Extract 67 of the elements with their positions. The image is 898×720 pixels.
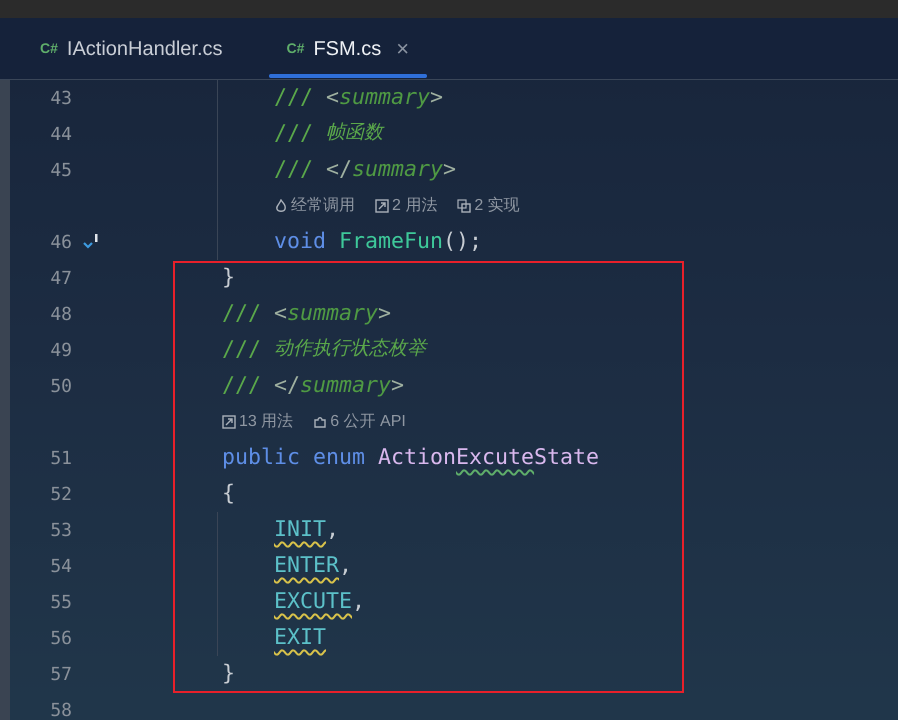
- type-name: Action: [378, 444, 456, 472]
- enum-member: INIT: [274, 516, 326, 544]
- comment-text: ///: [274, 84, 314, 112]
- editor-tab[interactable]: C# IActionHandler.cs: [22, 18, 241, 79]
- doc-tag: <: [326, 82, 340, 114]
- punctuation: ,: [352, 588, 366, 616]
- doc-tag: <: [274, 298, 288, 330]
- doc-tag: >: [391, 370, 404, 402]
- line-number: 55: [49, 590, 72, 614]
- editor-tab[interactable]: C# FSM.cs ×: [268, 18, 428, 79]
- comment-text: ///: [222, 336, 262, 364]
- doc-tag: summary: [339, 82, 430, 114]
- line-number: 58: [49, 698, 72, 720]
- type-name: State: [534, 444, 600, 472]
- line-number: 45: [49, 158, 72, 182]
- inlay-hint[interactable]: 2 实现: [474, 194, 520, 218]
- line-number: 47: [49, 266, 72, 290]
- close-icon[interactable]: ×: [396, 32, 410, 65]
- line-number: 51: [49, 446, 72, 470]
- squares-icon: [457, 199, 472, 213]
- punctuation: ,: [339, 552, 352, 580]
- line-number: 50: [49, 374, 72, 398]
- punctuation: }: [222, 264, 236, 292]
- doc-tag: summary: [300, 370, 392, 402]
- doc-tag: </: [326, 154, 352, 186]
- keyword: public enum: [222, 444, 366, 472]
- inlay-hint[interactable]: 2 用法: [392, 194, 438, 218]
- doc-tag: >: [443, 154, 456, 186]
- comment-text: ///: [222, 372, 262, 400]
- doc-tag: >: [378, 298, 392, 330]
- line-number: 46: [49, 230, 72, 254]
- inlay-hint[interactable]: 13 用法: [239, 410, 294, 434]
- csharp-file-icon: C#: [286, 38, 304, 59]
- line-number: 52: [49, 482, 72, 506]
- doc-tag: summary: [287, 298, 378, 330]
- comment-text: ///: [274, 120, 314, 148]
- line-number: 56: [49, 626, 72, 650]
- csharp-file-icon: C#: [40, 38, 58, 59]
- doc-tag: >: [430, 82, 444, 114]
- keyword: void: [274, 228, 328, 256]
- punctuation: ();: [443, 228, 482, 256]
- arrow-square-icon: [375, 199, 389, 213]
- line-number: 48: [49, 302, 72, 326]
- line-number: 57: [49, 662, 72, 686]
- chevron-icon[interactable]: [82, 233, 98, 251]
- punctuation: {: [222, 480, 236, 508]
- method-name: FrameFun: [339, 228, 444, 256]
- line-number: 43: [49, 86, 72, 110]
- inlay-hint[interactable]: 6 公开 API: [330, 410, 406, 434]
- line-number: 49: [49, 338, 72, 362]
- line-number: 54: [49, 554, 72, 578]
- inlay-hint[interactable]: 经常调用: [291, 194, 355, 218]
- punctuation: }: [222, 660, 236, 688]
- comment-text: ///: [222, 300, 262, 328]
- enum-member: ENTER: [274, 552, 340, 580]
- type-name: Excute: [456, 444, 534, 472]
- doc-tag: </: [274, 370, 300, 402]
- enum-member: EXIT: [274, 624, 326, 652]
- doc-tag: summary: [352, 154, 444, 186]
- line-number: 44: [49, 122, 72, 146]
- arrow-square-icon: [222, 415, 236, 429]
- comment-text: 帧函数: [326, 120, 384, 145]
- line-number: 53: [49, 518, 72, 542]
- comment-text: ///: [274, 156, 314, 184]
- punctuation: ,: [326, 516, 340, 544]
- enum-member: EXCUTE: [274, 588, 352, 616]
- comment-text: 动作执行状态枚举: [274, 336, 426, 361]
